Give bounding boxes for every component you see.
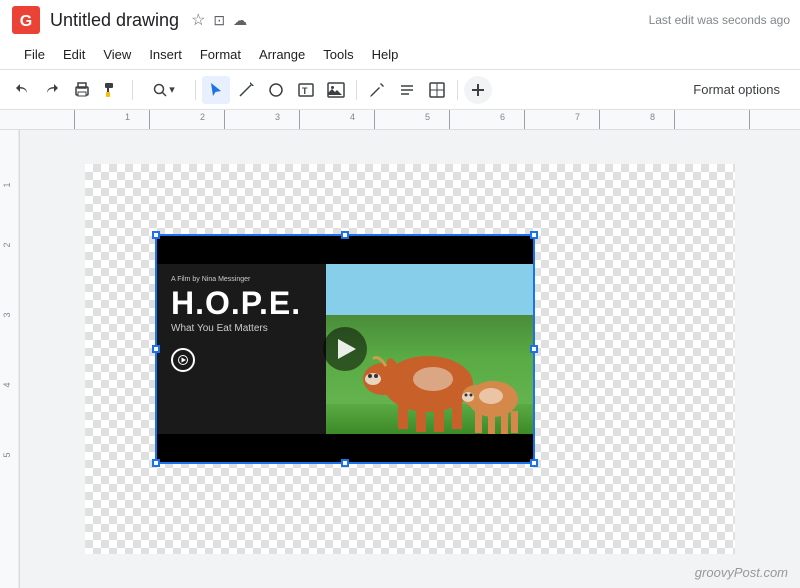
svg-text:2: 2 (2, 242, 12, 247)
watermark: groovyPost.com (695, 565, 788, 580)
canvas-area[interactable]: 1 2 3 4 5 (0, 130, 800, 588)
menu-help[interactable]: Help (364, 43, 407, 66)
ruler-mark-5: 5 (425, 112, 430, 122)
hope-title: H.O.P.E. (171, 287, 312, 319)
svg-text:3: 3 (2, 312, 12, 317)
drawing-canvas[interactable]: A Film by Nina Messinger H.O.P.E. What Y… (85, 164, 735, 554)
handle-middle-right[interactable] (530, 345, 538, 353)
handle-bottom-left[interactable] (152, 459, 160, 467)
menu-view[interactable]: View (95, 43, 139, 66)
vertical-ruler: 1 2 3 4 5 (0, 130, 20, 588)
shape-tool-button[interactable] (262, 76, 290, 104)
last-edit-status: Last edit was seconds ago (649, 13, 790, 27)
handle-top-left[interactable] (152, 231, 160, 239)
video-subtitle: What You Eat Matters (171, 323, 312, 334)
print-button[interactable] (68, 76, 96, 104)
separator-1 (132, 80, 133, 100)
menu-file[interactable]: File (16, 43, 53, 66)
handle-top-middle[interactable] (341, 231, 349, 239)
small-play-button[interactable] (171, 348, 195, 372)
zoom-value: ▾ (169, 83, 175, 96)
ruler-mark-7: 7 (575, 112, 580, 122)
add-button[interactable] (464, 76, 492, 104)
video-left-panel: A Film by Nina Messinger H.O.P.E. What Y… (157, 264, 326, 434)
toolbar: ▾ T Format options (0, 70, 800, 110)
video-black-bar-top (157, 236, 533, 264)
wordart-tool-button[interactable] (393, 76, 421, 104)
menu-arrange[interactable]: Arrange (251, 43, 313, 66)
cloud-icon[interactable]: ☁ (233, 12, 247, 29)
svg-text:T: T (302, 86, 308, 96)
play-triangle-icon (338, 339, 356, 359)
menu-edit[interactable]: Edit (55, 43, 93, 66)
video-element[interactable]: A Film by Nina Messinger H.O.P.E. What Y… (155, 234, 535, 464)
title-icons: ☆ ⊡ ☁ (191, 10, 247, 30)
svg-text:5: 5 (2, 452, 12, 457)
video-black-bar-bottom (157, 434, 533, 462)
table-tool-button[interactable] (423, 76, 451, 104)
svg-text:4: 4 (2, 382, 12, 387)
handle-middle-left[interactable] (152, 345, 160, 353)
select-tool-button[interactable] (202, 76, 230, 104)
star-icon[interactable]: ☆ (191, 10, 205, 30)
menu-insert[interactable]: Insert (141, 43, 190, 66)
ruler-mark-1: 1 (125, 112, 130, 122)
undo-button[interactable] (8, 76, 36, 104)
separator-2 (195, 80, 196, 100)
format-options-label: Format options (693, 82, 780, 97)
app-icon: G (10, 4, 42, 36)
svg-text:G: G (20, 13, 32, 30)
separator-3 (356, 80, 357, 100)
handle-bottom-middle[interactable] (341, 459, 349, 467)
ruler-mark-8: 8 (650, 112, 655, 122)
ruler-mark-6: 6 (500, 112, 505, 122)
textbox-tool-button[interactable]: T (292, 76, 320, 104)
handle-bottom-right[interactable] (530, 459, 538, 467)
document-title[interactable]: Untitled drawing (50, 10, 179, 31)
paint-format-button[interactable] (98, 76, 126, 104)
menu-tools[interactable]: Tools (315, 43, 361, 66)
handle-top-right[interactable] (530, 231, 538, 239)
play-overlay-button[interactable] (323, 327, 367, 371)
separator-4 (457, 80, 458, 100)
redo-button[interactable] (38, 76, 66, 104)
horizontal-ruler: 1 2 3 4 5 6 7 8 (0, 110, 800, 130)
cow-svg (348, 284, 528, 434)
svg-text:1: 1 (2, 182, 12, 187)
zoom-button[interactable]: ▾ (139, 76, 189, 104)
ruler-mark-2: 2 (200, 112, 205, 122)
film-credit: A Film by Nina Messinger (171, 276, 312, 283)
pen-tool-button[interactable] (363, 76, 391, 104)
drive-icon[interactable]: ⊡ (213, 12, 225, 29)
line-tool-button[interactable] (232, 76, 260, 104)
menu-format[interactable]: Format (192, 43, 249, 66)
ruler-mark-3: 3 (275, 112, 280, 122)
image-tool-button[interactable] (322, 76, 350, 104)
menu-bar: File Edit View Insert Format Arrange Too… (0, 40, 800, 70)
title-bar: G Untitled drawing ☆ ⊡ ☁ Last edit was s… (0, 0, 800, 40)
format-options-button[interactable]: Format options (681, 78, 792, 101)
ruler-mark-4: 4 (350, 112, 355, 122)
video-content: A Film by Nina Messinger H.O.P.E. What Y… (157, 236, 533, 462)
